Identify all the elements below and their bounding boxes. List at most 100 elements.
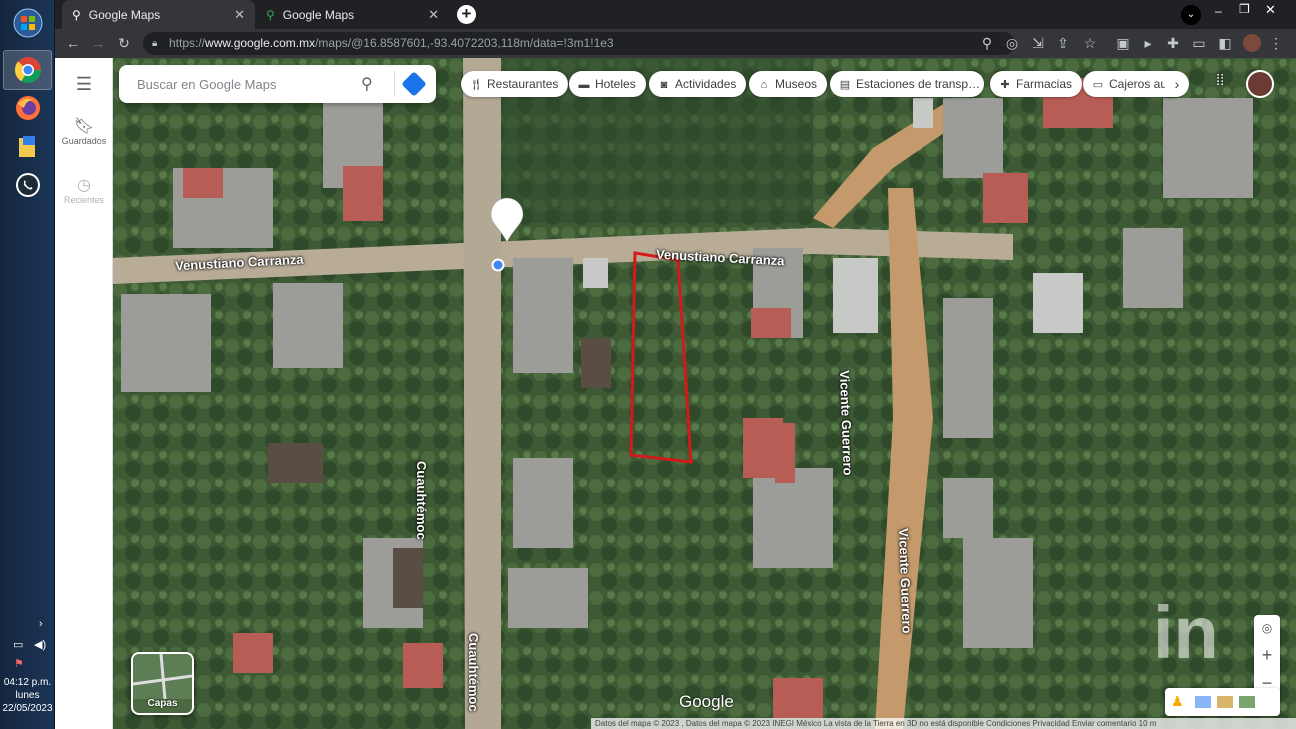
chip-restaurantes[interactable]: 🍴︎ Restaurantes bbox=[461, 71, 569, 97]
start-button[interactable] bbox=[3, 3, 52, 43]
zoom-in-button[interactable]: + bbox=[1254, 641, 1280, 669]
google-lens-icon[interactable]: ◎ bbox=[1004, 35, 1020, 51]
chip-hoteles[interactable]: ▬ Hoteles bbox=[569, 71, 646, 97]
taskbar-whatsapp[interactable] bbox=[3, 165, 52, 205]
reload-icon[interactable]: ↻ bbox=[116, 35, 132, 51]
bookmark-icon: 🔖︎ bbox=[73, 118, 95, 135]
layers-label: Capas bbox=[147, 698, 178, 709]
taskbar-firefox[interactable] bbox=[3, 88, 52, 128]
url-prefix: https:// bbox=[169, 36, 206, 50]
chip-actividades[interactable]: ◙ Actividades bbox=[649, 71, 747, 97]
history-icon: ◷ bbox=[77, 177, 91, 194]
close-icon[interactable]: ✕ bbox=[234, 7, 245, 23]
share-icon[interactable]: ⇪ bbox=[1055, 35, 1071, 51]
action-center-icon[interactable]: ⚑ bbox=[14, 657, 24, 670]
whatsapp-icon bbox=[15, 173, 40, 197]
hamburger-menu-icon[interactable]: ☰ bbox=[55, 74, 113, 95]
atm-icon: ▭ bbox=[1092, 79, 1104, 91]
chip-label: Museos bbox=[775, 77, 818, 91]
browser-tabstrip: ⚲ Google Maps ✕ ⚲ Google Maps ✕ + ⌄ – ❐ … bbox=[55, 0, 1296, 29]
chip-label: Hoteles bbox=[595, 77, 636, 91]
compass-icon[interactable]: ◎ bbox=[1254, 615, 1280, 641]
taskbar-clock[interactable]: 04:12 p.m. lunes 22/05/2023 bbox=[0, 676, 55, 715]
zoom-controls: ◎ + − bbox=[1254, 615, 1280, 699]
pegman-icon[interactable]: ♟ bbox=[1171, 693, 1184, 710]
location-icon[interactable]: ⚲ bbox=[979, 35, 995, 51]
forward-icon[interactable]: → bbox=[90, 35, 106, 51]
imagery-thumb-3[interactable] bbox=[1239, 696, 1255, 708]
back-icon[interactable]: ← bbox=[65, 35, 81, 51]
volume-icon[interactable]: ◀) bbox=[34, 638, 46, 651]
street-label-cuauhtemoc-north: Cuauhtémoc bbox=[414, 461, 429, 540]
chip-farmacias[interactable]: ✚ Farmacias bbox=[990, 71, 1083, 97]
tab-google-maps-2[interactable]: ⚲ Google Maps ✕ bbox=[256, 0, 449, 29]
taskbar-chrome[interactable] bbox=[3, 50, 52, 90]
chip-label: Cajeros au bbox=[1109, 77, 1168, 91]
chrome-icon bbox=[14, 57, 41, 84]
satellite-map[interactable]: in Venustiano Carranza Venustiano Carran… bbox=[113, 58, 1296, 729]
apps-grid-icon[interactable]: ⁞⁞ bbox=[1216, 72, 1224, 89]
chip-estaciones[interactable]: ▤ Estaciones de transp… bbox=[830, 71, 984, 97]
tray-expand-icon[interactable]: › bbox=[39, 618, 43, 630]
layers-button[interactable]: Capas bbox=[131, 652, 194, 715]
network-icon[interactable]: ▭ bbox=[13, 638, 23, 651]
imagery-thumb-2[interactable] bbox=[1217, 696, 1233, 708]
close-icon[interactable]: ✕ bbox=[428, 7, 439, 23]
recent-button[interactable]: ◷ Recientes bbox=[55, 175, 113, 205]
menu-dots-icon[interactable]: ⋮ bbox=[1268, 35, 1284, 51]
window-close-button[interactable]: ✕ bbox=[1265, 2, 1276, 18]
imagery-thumb-1[interactable] bbox=[1195, 696, 1211, 708]
extensions-puzzle-icon[interactable]: ✚ bbox=[1165, 35, 1181, 51]
tab-title: Google Maps bbox=[282, 7, 355, 22]
cast-icon[interactable]: ▭ bbox=[1191, 35, 1207, 51]
tab-google-maps-1[interactable]: ⚲ Google Maps ✕ bbox=[62, 0, 255, 29]
clock-time: 04:12 p.m. bbox=[3, 677, 52, 688]
extension-shield-icon[interactable]: ▣ bbox=[1115, 35, 1131, 51]
windows-taskbar: › ▭ ◀) ⚑ 04:12 p.m. lunes 22/05/2023 bbox=[0, 0, 55, 729]
saved-label: Guardados bbox=[61, 136, 107, 146]
svg-text:in: in bbox=[1153, 591, 1219, 674]
browser-toolbar: ← → ↻ 🔒︎ https://www.google.com.mx/maps/… bbox=[55, 29, 1296, 58]
map-thumbnail bbox=[133, 654, 192, 699]
address-bar[interactable]: 🔒︎ https://www.google.com.mx/maps/@16.85… bbox=[143, 32, 1015, 55]
bed-icon: ▬ bbox=[578, 79, 590, 91]
firefox-icon bbox=[15, 96, 40, 120]
directions-icon[interactable] bbox=[401, 71, 427, 97]
search-divider bbox=[394, 71, 395, 97]
account-avatar[interactable] bbox=[1246, 70, 1274, 98]
maps-pin-icon: ⚲ bbox=[266, 7, 275, 22]
street-view-bar: ♟ bbox=[1165, 688, 1280, 716]
chip-label: Restaurantes bbox=[487, 77, 559, 91]
install-icon[interactable]: ⇲ bbox=[1030, 35, 1046, 51]
clock-date: 22/05/2023 bbox=[2, 703, 53, 714]
folder-icon bbox=[18, 136, 35, 157]
bus-icon: ▤ bbox=[839, 79, 851, 91]
google-logo: Google bbox=[679, 692, 734, 711]
satellite-imagery: in bbox=[113, 58, 1296, 729]
extension-play-icon[interactable]: ▸ bbox=[1140, 35, 1156, 51]
maximize-button[interactable]: ❐ bbox=[1239, 2, 1250, 16]
bookmark-star-icon[interactable]: ☆ bbox=[1082, 35, 1098, 51]
new-tab-button[interactable]: + bbox=[457, 5, 476, 24]
saved-button[interactable]: 🔖︎ Guardados bbox=[55, 116, 113, 146]
chip-museos[interactable]: ⌂ Museos bbox=[749, 71, 828, 97]
google-maps-app: ☰ 🔖︎ Guardados ◷ Recientes in Venustiano… bbox=[55, 58, 1296, 729]
maps-sidebar: ☰ 🔖︎ Guardados ◷ Recientes bbox=[55, 58, 113, 729]
search-icon[interactable]: ⚲ bbox=[361, 74, 373, 94]
museum-icon: ⌂ bbox=[760, 79, 768, 91]
search-box: ⚲ bbox=[119, 65, 436, 103]
recent-label: Recientes bbox=[63, 195, 105, 205]
side-panel-icon[interactable]: ◧ bbox=[1217, 35, 1233, 51]
camera-icon: ◙ bbox=[660, 79, 668, 91]
chip-label: Actividades bbox=[675, 77, 737, 91]
chip-label: Farmacias bbox=[1016, 77, 1073, 91]
windows-start-icon bbox=[13, 8, 42, 38]
search-input[interactable] bbox=[137, 74, 357, 94]
clock-day: lunes bbox=[15, 690, 40, 701]
tab-search-button[interactable]: ⌄ bbox=[1181, 5, 1201, 25]
minimize-button[interactable]: – bbox=[1215, 4, 1222, 18]
profile-avatar[interactable] bbox=[1243, 34, 1261, 52]
street-label-cuauhtemoc-south: Cuauhtémoc bbox=[466, 633, 481, 712]
taskbar-explorer[interactable] bbox=[3, 127, 52, 167]
chip-label: Estaciones de transp… bbox=[856, 77, 981, 91]
